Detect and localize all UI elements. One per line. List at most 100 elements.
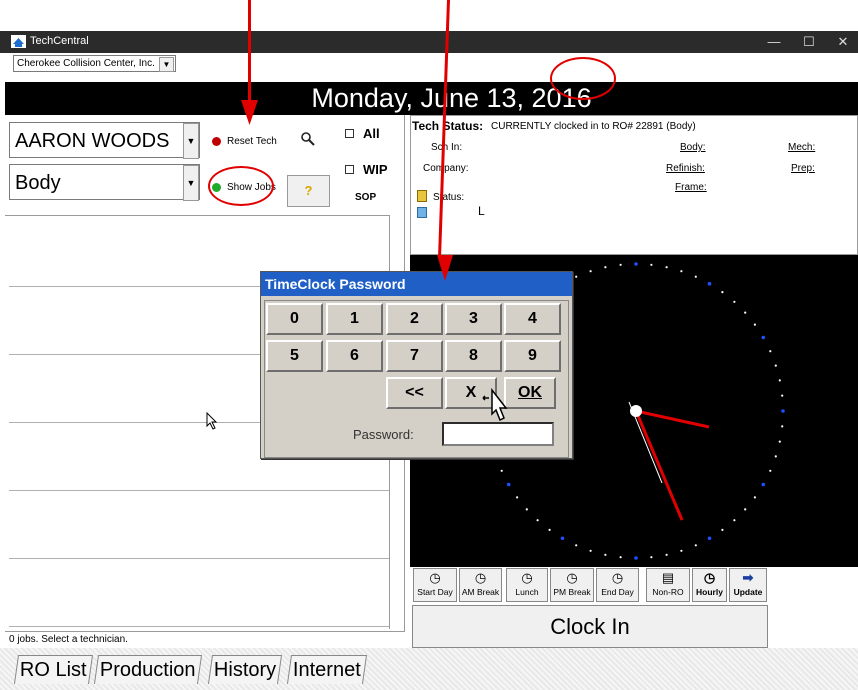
all-checkbox[interactable]: All [345,126,395,142]
annotation-circle [550,57,616,100]
start-day-button[interactable]: ◷ Start Day [413,568,457,602]
key-9[interactable]: 9 [504,340,561,372]
status-bar: 0 jobs. Select a technician. [5,631,405,647]
reset-tech-button[interactable]: Reset Tech [212,135,284,149]
minimize-button[interactable]: — [757,31,791,53]
date-header: Monday, June 13, 2016 [5,82,858,115]
prep-link[interactable]: Prep: [791,163,815,174]
hour-mark [634,556,638,560]
minute-mark [721,528,724,531]
minute-mark [650,263,653,266]
help-icon: ? [304,183,313,198]
minute-mark [733,300,736,303]
chevron-down-icon[interactable]: ▼ [183,165,199,201]
annotation-circle [208,166,274,206]
tab-ro-list[interactable]: RO List [13,655,93,684]
minute-mark [665,266,668,269]
backspace-key[interactable]: << [386,377,443,409]
checkbox-box[interactable] [345,165,354,174]
clock-center-pin [630,405,642,417]
minute-mark [769,350,772,353]
arrow-right-icon: ➡ [742,570,754,585]
non-ro-button[interactable]: ▤ Non-RO [646,568,690,602]
minute-mark [744,311,747,314]
minute-mark [665,553,668,556]
tab-production[interactable]: Production [93,655,202,684]
update-button[interactable]: ➡ Update [729,568,767,602]
key-0[interactable]: 0 [266,303,323,335]
checklist-icon[interactable] [417,207,427,218]
refinish-link[interactable]: Refinish: [666,163,705,174]
minute-mark [769,469,772,472]
key-2[interactable]: 2 [386,303,443,335]
annotation-arrowhead-icon [241,100,258,125]
department-select-value: Body [15,172,61,194]
minute-hand [634,410,684,521]
checkbox-box[interactable] [345,129,354,138]
end-day-button[interactable]: ◷ End Day [596,568,639,602]
key-3[interactable]: 3 [445,303,502,335]
window-title: TechCentral [30,35,89,47]
minute-mark [680,270,683,273]
key-4[interactable]: 4 [504,303,561,335]
chevron-down-icon[interactable]: ▼ [183,123,199,159]
minute-mark [744,508,747,511]
reset-tech-label: Reset Tech [227,136,277,147]
minute-mark [781,425,784,428]
frame-link[interactable]: Frame: [675,182,707,193]
hour-mark [506,482,511,487]
chevron-down-icon[interactable]: ▼ [159,57,174,72]
minute-mark [500,469,503,472]
lunch-button[interactable]: ◷ Lunch [506,568,548,602]
minute-mark [733,519,736,522]
company-select[interactable]: Cherokee Collision Center, Inc. ▼ [13,55,176,72]
minute-mark [575,544,578,547]
minute-mark [694,544,697,547]
hour-mark [560,536,565,541]
minute-mark [619,556,622,559]
department-select[interactable]: Body ▼ [9,164,200,201]
key-8[interactable]: 8 [445,340,502,372]
search-icon[interactable] [300,131,316,147]
mech-link[interactable]: Mech: [788,142,815,153]
help-button[interactable]: ? [287,175,330,207]
notes-icon[interactable] [417,190,427,202]
key-6[interactable]: 6 [326,340,383,372]
clock-icon: ◷ [611,570,624,585]
key-1[interactable]: 1 [326,303,383,335]
hour-mark [707,536,712,541]
hourly-button[interactable]: ◷ Hourly [692,568,727,602]
tab-internet[interactable]: Internet [286,655,367,684]
body-link[interactable]: Body: [680,142,706,153]
minute-mark [589,549,592,552]
close-button[interactable]: ✕ [826,31,858,53]
clock-icon: ◷ [429,570,441,585]
minute-mark [536,519,539,522]
minute-mark [778,379,781,382]
minute-mark [619,263,622,266]
note-icon: ▤ [661,570,675,585]
clock-icon: ◷ [566,570,578,585]
hour-mark [761,482,766,487]
minute-mark [604,266,607,269]
key-5[interactable]: 5 [266,340,323,372]
minute-mark [774,364,777,367]
pm-break-button[interactable]: ◷ PM Break [550,568,594,602]
maximize-button[interactable]: ☐ [792,31,826,53]
move-cursor-icon [482,387,508,422]
technician-select[interactable]: AARON WOODS ▼ [9,122,200,159]
red-dot-icon [212,137,221,146]
sop-label[interactable]: SOP [355,192,376,203]
tech-status-text: CURRENTLY clocked in to RO# 22891 (Body) [491,121,696,132]
wip-checkbox[interactable]: WIP [345,162,400,178]
tech-status-panel: Tech Status: CURRENTLY clocked in to RO#… [410,115,858,255]
am-break-button[interactable]: ◷ AM Break [459,568,502,602]
minute-mark [525,508,528,511]
clock-in-button[interactable]: Clock In [412,605,768,648]
minute-mark [575,275,578,278]
hour-mark [781,409,785,413]
hour-mark [707,281,712,286]
tab-history[interactable]: History [207,655,283,684]
wip-label: WIP [363,162,388,177]
key-7[interactable]: 7 [386,340,443,372]
